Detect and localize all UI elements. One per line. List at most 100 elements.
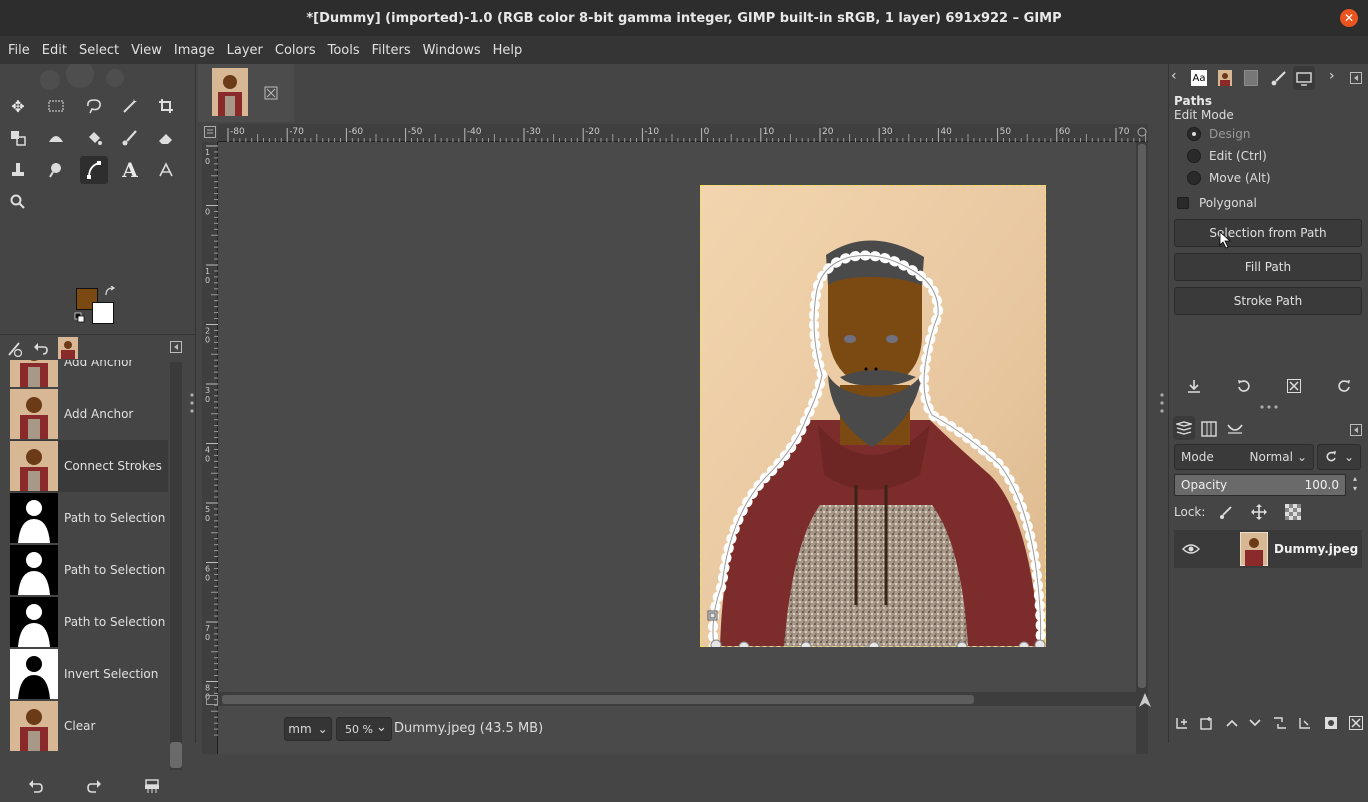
polygonal-checkbox[interactable]: Polygonal <box>1177 196 1257 210</box>
vertical-scrollbar[interactable] <box>1136 142 1148 754</box>
menu-file[interactable]: File <box>2 43 36 58</box>
mode-edit-radio[interactable]: Edit (Ctrl) <box>1187 149 1267 163</box>
horizontal-scrollbar[interactable] <box>218 692 1136 706</box>
save-tool-preset-icon[interactable] <box>1187 379 1201 393</box>
panel-divider-handle[interactable] <box>1259 404 1279 410</box>
vertical-scrollbar-thumb[interactable] <box>1138 144 1146 688</box>
free-select-tool-icon[interactable] <box>80 92 108 120</box>
menu-windows[interactable]: Windows <box>417 43 487 58</box>
images-tab-icon[interactable] <box>58 337 78 359</box>
mode-move-radio[interactable]: Move (Alt) <box>1187 171 1271 185</box>
history-scrollbar[interactable] <box>170 362 182 770</box>
close-window-button[interactable]: ✕ <box>1340 9 1358 27</box>
layer-row[interactable]: Dummy.jpeg <box>1174 530 1362 568</box>
paths-tab-active[interactable] <box>1293 66 1315 90</box>
layer-mode-select[interactable]: Mode Normal ⌄ <box>1174 444 1314 470</box>
horizontal-scrollbar-thumb[interactable] <box>222 695 974 704</box>
unified-transform-tool-icon[interactable] <box>4 124 32 152</box>
patterns-tab-icon[interactable] <box>1244 70 1258 86</box>
zoom-to-fit-toggle-icon[interactable] <box>206 695 218 705</box>
canvas[interactable] <box>218 142 1136 754</box>
paths-list-tab-icon[interactable] <box>1227 421 1243 437</box>
history-item-selected[interactable]: Connect Strokes <box>10 440 168 492</box>
left-dock-resize-handle[interactable] <box>189 392 195 414</box>
new-layer-icon[interactable] <box>1200 716 1214 730</box>
configure-dock-icon[interactable] <box>1350 72 1362 84</box>
ruler-corner-icon[interactable] <box>1136 126 1148 138</box>
rect-select-tool-icon[interactable] <box>42 92 70 120</box>
fuzzy-select-tool-icon[interactable] <box>116 92 144 120</box>
reset-tool-options-icon[interactable] <box>1336 378 1352 394</box>
delete-layer-icon[interactable] <box>1349 716 1364 730</box>
fill-path-button[interactable]: Fill Path <box>1174 253 1362 281</box>
add-mask-icon[interactable] <box>1324 716 1338 730</box>
fonts-tab-icon[interactable]: Aa <box>1191 70 1207 86</box>
lock-position-icon[interactable] <box>1251 504 1268 520</box>
measure-tool-icon[interactable] <box>152 156 180 184</box>
unit-select[interactable]: mm ⌄ <box>284 717 332 741</box>
lock-pixels-icon[interactable] <box>1219 505 1233 519</box>
history-item[interactable]: Clear <box>10 700 168 752</box>
menu-layer[interactable]: Layer <box>221 43 269 58</box>
paths-tool-icon[interactable] <box>80 156 108 184</box>
anchor-layer-icon[interactable] <box>1298 716 1312 730</box>
scroll-tabs-right-icon[interactable]: › <box>1329 68 1335 84</box>
mode-reset-button[interactable]: ⌄ <box>1317 444 1361 470</box>
quick-mask-toggle-icon[interactable] <box>204 126 216 138</box>
lower-layer-icon[interactable] <box>1249 718 1261 728</box>
vertical-ruler[interactable]: 1001020304050607080 <box>202 142 218 754</box>
default-colors-icon[interactable] <box>74 312 86 324</box>
layers-tab-active[interactable] <box>1173 416 1195 440</box>
smudge-tool-icon[interactable] <box>42 156 70 184</box>
clone-tool-icon[interactable] <box>4 156 32 184</box>
undo-icon[interactable] <box>28 780 44 794</box>
menu-select[interactable]: Select <box>73 43 125 58</box>
history-item[interactable]: Invert Selection <box>10 648 168 700</box>
visibility-eye-icon[interactable] <box>1182 543 1200 555</box>
image-content[interactable] <box>700 185 1046 647</box>
delete-tool-preset-icon[interactable] <box>1286 379 1301 393</box>
lock-alpha-icon[interactable] <box>1285 504 1302 520</box>
paintbrush-tool-icon[interactable] <box>116 124 144 152</box>
menu-image[interactable]: Image <box>168 43 221 58</box>
brushes-tab-icon[interactable] <box>1271 70 1287 86</box>
restore-tool-preset-icon[interactable] <box>1236 378 1252 394</box>
opacity-stepper[interactable]: ▴ ▾ <box>1349 474 1361 496</box>
opacity-slider[interactable]: Opacity 100.0 <box>1174 474 1346 496</box>
crop-tool-icon[interactable] <box>152 92 180 120</box>
menu-help[interactable]: Help <box>487 43 529 58</box>
history-item[interactable]: Path to Selection <box>10 544 168 596</box>
image-tab[interactable] <box>198 64 294 122</box>
close-tab-icon[interactable] <box>264 86 278 100</box>
warp-transform-tool-icon[interactable] <box>42 124 70 152</box>
bucket-fill-tool-icon[interactable] <box>80 124 108 152</box>
raise-layer-icon[interactable] <box>1226 718 1238 728</box>
history-item[interactable]: Add Anchor <box>10 360 168 388</box>
images-tab-icon[interactable] <box>1218 70 1232 86</box>
new-layer-group-icon[interactable] <box>1175 716 1189 730</box>
menu-view[interactable]: View <box>125 43 168 58</box>
menu-tools[interactable]: Tools <box>322 43 366 58</box>
menu-filters[interactable]: Filters <box>366 43 417 58</box>
scroll-tabs-left-icon[interactable]: ‹ <box>1171 68 1177 84</box>
background-color-swatch[interactable] <box>92 302 114 324</box>
history-item[interactable]: Add Anchor <box>10 388 168 440</box>
swap-colors-icon[interactable] <box>104 286 116 298</box>
configure-dock-icon[interactable] <box>170 341 182 353</box>
configure-layers-dock-icon[interactable] <box>1350 424 1362 436</box>
history-item[interactable]: Path to Selection <box>10 492 168 544</box>
zoom-chevron-down-icon[interactable]: ⌄ <box>376 720 387 735</box>
mode-design-radio[interactable]: Design <box>1187 127 1250 141</box>
selection-from-path-button[interactable]: Selection from Path <box>1174 219 1362 247</box>
channels-tab-icon[interactable] <box>1201 421 1217 437</box>
zoom-tool-icon[interactable] <box>4 188 32 216</box>
redo-icon[interactable] <box>86 780 102 794</box>
right-dock-resize-handle[interactable] <box>1159 392 1165 414</box>
undo-history-tab-icon[interactable] <box>33 341 49 357</box>
navigate-icon[interactable] <box>1138 692 1152 708</box>
menu-colors[interactable]: Colors <box>269 43 322 58</box>
history-item[interactable]: Path to Selection <box>10 596 168 648</box>
menu-edit[interactable]: Edit <box>36 43 73 58</box>
horizontal-ruler[interactable]: -80 -70 -60 -50 -40 -30 -20 -10 0 10 20 30 40 50 60 70 <box>218 124 1170 142</box>
tool-options-tab-icon[interactable] <box>6 341 22 357</box>
